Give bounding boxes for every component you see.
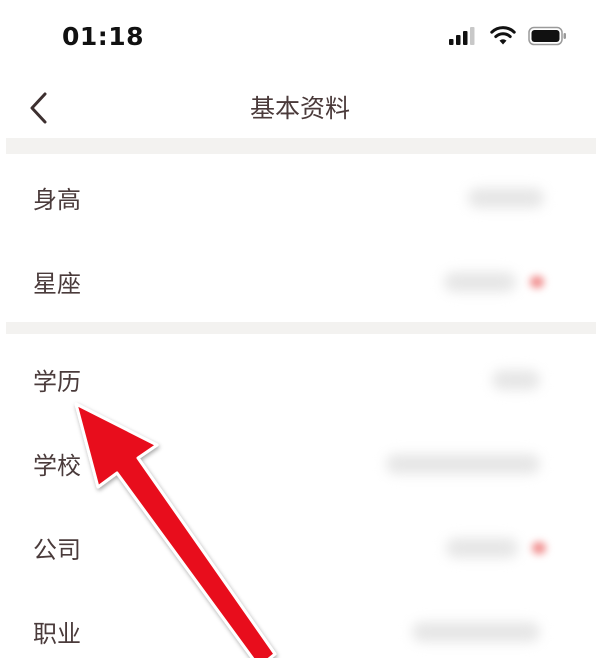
red-badge [530,276,544,288]
row-value-blurred [444,272,516,292]
section-divider [6,322,596,334]
row-label: 公司 [33,536,81,564]
row-education[interactable]: 学历 [0,336,600,420]
row-value-blurred [386,454,540,474]
row-label: 星座 [33,270,81,298]
row-value-blurred [412,622,540,642]
battery-icon [528,26,566,46]
row-label: 职业 [33,620,81,648]
row-label: 学校 [33,452,81,480]
status-icons [448,26,568,46]
row-school[interactable]: 学校 [0,420,600,504]
row-label: 学历 [33,368,81,396]
wifi-icon [490,26,516,45]
cellular-signal-icon [449,27,475,45]
row-value-blurred [468,188,544,208]
status-bar: 01:18 [0,0,600,78]
nav-bar: 基本资料 [0,78,600,138]
status-time: 01:18 [62,22,145,51]
row-company[interactable]: 公司 [0,504,600,588]
row-occupation[interactable]: 职业 [0,588,600,672]
section-divider [6,138,596,154]
row-value-blurred [492,370,540,390]
row-constellation[interactable]: 星座 [0,238,600,322]
row-value-blurred [446,538,518,558]
row-height[interactable]: 身高 [0,154,600,238]
page-title: 基本资料 [249,94,350,123]
red-badge [532,542,546,554]
row-label: 身高 [33,186,81,214]
